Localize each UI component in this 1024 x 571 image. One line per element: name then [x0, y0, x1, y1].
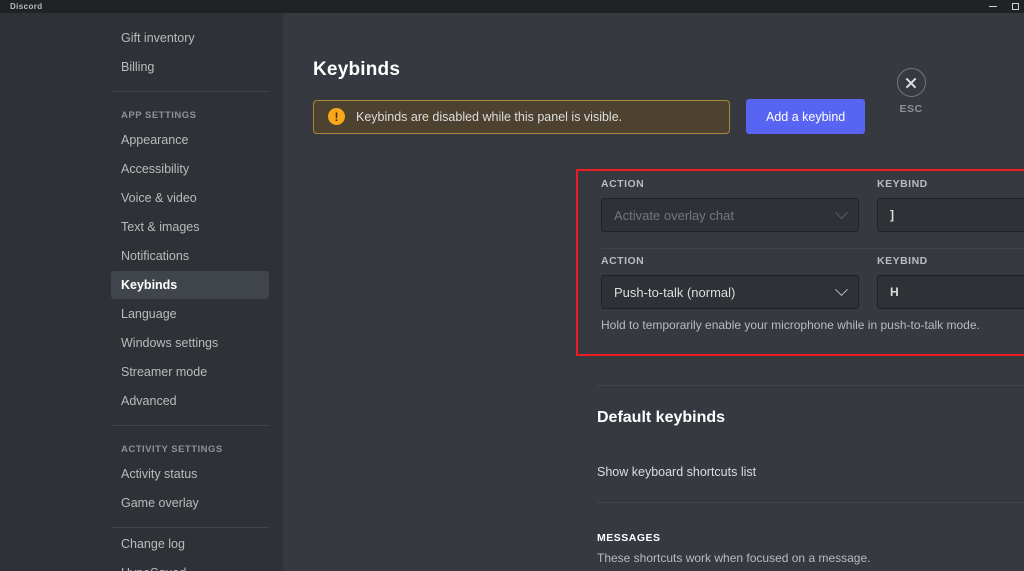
sidebar-item-label: Text & images: [121, 220, 200, 234]
sidebar-item-gift-inventory[interactable]: Gift inventory: [111, 24, 269, 52]
sidebar-item-hypesquad[interactable]: HypeSquad: [111, 559, 269, 571]
notice-text: Keybinds are disabled while this panel i…: [356, 109, 623, 124]
keybind-action-select[interactable]: Activate overlay chat: [601, 198, 859, 232]
sidebar-item-label: Activity status: [121, 467, 198, 481]
default-keybind-label: Show keyboard shortcuts list: [597, 464, 757, 479]
keybind-value: H: [890, 285, 899, 299]
window-controls: [988, 0, 1020, 13]
sidebar-section-activity-settings: ACTIVITY SETTINGS: [121, 444, 223, 455]
keybind-action-cell: ACTION Push-to-talk (normal): [601, 255, 859, 309]
sidebar-item-streamer-mode[interactable]: Streamer mode: [111, 358, 269, 386]
keybind-action-cell: ACTION Activate overlay chat: [601, 178, 859, 232]
chevron-down-icon: [835, 282, 848, 296]
keybind-bind-cell: KEYBIND ]: [877, 178, 1024, 232]
sidebar-divider: [111, 91, 269, 92]
keybind-column-header: KEYBIND: [877, 255, 928, 267]
keybinds-disabled-notice: ! Keybinds are disabled while this panel…: [313, 99, 730, 134]
window-titlebar: Discord: [0, 0, 1024, 13]
keybind-list: ACTION Activate overlay chat KEYBIND ] A…: [579, 172, 1024, 332]
default-keybinds-group-sub: These shortcuts work when focused on a m…: [597, 551, 871, 565]
sidebar-item-label: Language: [121, 307, 177, 321]
esc-label: ESC: [899, 103, 923, 115]
sidebar-item-label: Streamer mode: [121, 365, 208, 379]
page-title: Keybinds: [313, 59, 401, 80]
sidebar-item-label: HypeSquad: [121, 566, 186, 571]
close-settings-control[interactable]: ESC: [886, 68, 936, 115]
sidebar-item-accessibility[interactable]: Accessibility: [111, 155, 269, 183]
sidebar-item-text-images[interactable]: Text & images: [111, 213, 269, 241]
keybind-input[interactable]: H: [877, 275, 1024, 309]
default-keybinds-divider: [597, 502, 1024, 503]
sidebar-item-label: Gift inventory: [121, 31, 195, 45]
minimize-icon[interactable]: [988, 2, 998, 12]
action-column-header: ACTION: [601, 178, 645, 190]
sidebar-item-label: Change log: [121, 537, 185, 551]
sidebar-item-language[interactable]: Language: [111, 300, 269, 328]
sidebar-divider: [111, 527, 269, 528]
keybind-bind-cell: KEYBIND H: [877, 255, 1024, 309]
default-keybinds-title: Default keybinds: [597, 409, 726, 426]
sidebar-item-voice-video[interactable]: Voice & video: [111, 184, 269, 212]
sidebar-item-notifications[interactable]: Notifications: [111, 242, 269, 270]
sidebar-item-billing[interactable]: Billing: [111, 53, 269, 81]
settings-sidebar: Gift inventory Billing APP SETTINGS Appe…: [0, 13, 283, 571]
settings-content: Keybinds ! Keybinds are disabled while t…: [283, 13, 1024, 571]
sidebar-item-advanced[interactable]: Advanced: [111, 387, 269, 415]
close-icon[interactable]: [896, 68, 926, 97]
keybind-column-header: KEYBIND: [877, 178, 928, 190]
sidebar-item-appearance[interactable]: Appearance: [111, 126, 269, 154]
sidebar-item-label: Voice & video: [121, 191, 197, 205]
keybind-value: ]: [890, 208, 894, 222]
app-root: Gift inventory Billing APP SETTINGS Appe…: [0, 13, 1024, 571]
sidebar-item-label: Game overlay: [121, 496, 199, 510]
sidebar-section-app-settings: APP SETTINGS: [121, 110, 197, 121]
chevron-down-icon: [835, 205, 848, 219]
sidebar-item-label: Accessibility: [121, 162, 190, 176]
sidebar-item-label: Appearance: [121, 133, 189, 147]
default-keybinds-group-header: MESSAGES: [597, 532, 661, 544]
sidebar-item-change-log[interactable]: Change log: [111, 530, 269, 558]
content-divider: [597, 385, 1024, 386]
sidebar-item-windows-settings[interactable]: Windows settings: [111, 329, 269, 357]
sidebar-item-label: Notifications: [121, 249, 190, 263]
keybind-row: ACTION Push-to-talk (normal) KEYBIND H H…: [579, 249, 1024, 332]
keybind-input[interactable]: ]: [877, 198, 1024, 232]
keybind-action-value: Activate overlay chat: [614, 207, 734, 223]
sidebar-item-label: Windows settings: [121, 336, 219, 350]
sidebar-item-label: Keybinds: [121, 278, 178, 292]
default-keybinds-section: Default keybinds Show keyboard shortcuts…: [597, 409, 1024, 565]
action-column-header: ACTION: [601, 255, 645, 267]
keybind-action-value: Push-to-talk (normal): [614, 284, 736, 300]
sidebar-item-label: Advanced: [121, 394, 177, 408]
sidebar-item-keybinds[interactable]: Keybinds: [111, 271, 269, 299]
notice-row: ! Keybinds are disabled while this panel…: [313, 99, 984, 134]
sidebar-item-label: Billing: [121, 60, 155, 74]
sidebar-item-activity-status[interactable]: Activity status: [111, 460, 269, 488]
window-title: Discord: [10, 2, 43, 11]
add-keybind-button[interactable]: Add a keybind: [746, 99, 866, 134]
keybind-action-select[interactable]: Push-to-talk (normal): [601, 275, 859, 309]
warning-icon: !: [328, 108, 345, 125]
maximize-icon[interactable]: [1010, 2, 1020, 12]
keybind-row-help: Hold to temporarily enable your micropho…: [601, 318, 980, 332]
sidebar-divider: [111, 425, 269, 426]
keybind-row: ACTION Activate overlay chat KEYBIND ]: [579, 172, 1024, 232]
sidebar-item-game-overlay[interactable]: Game overlay: [111, 489, 269, 517]
default-keybind-row: Show keyboard shortcuts list CTRL /: [597, 463, 1024, 480]
